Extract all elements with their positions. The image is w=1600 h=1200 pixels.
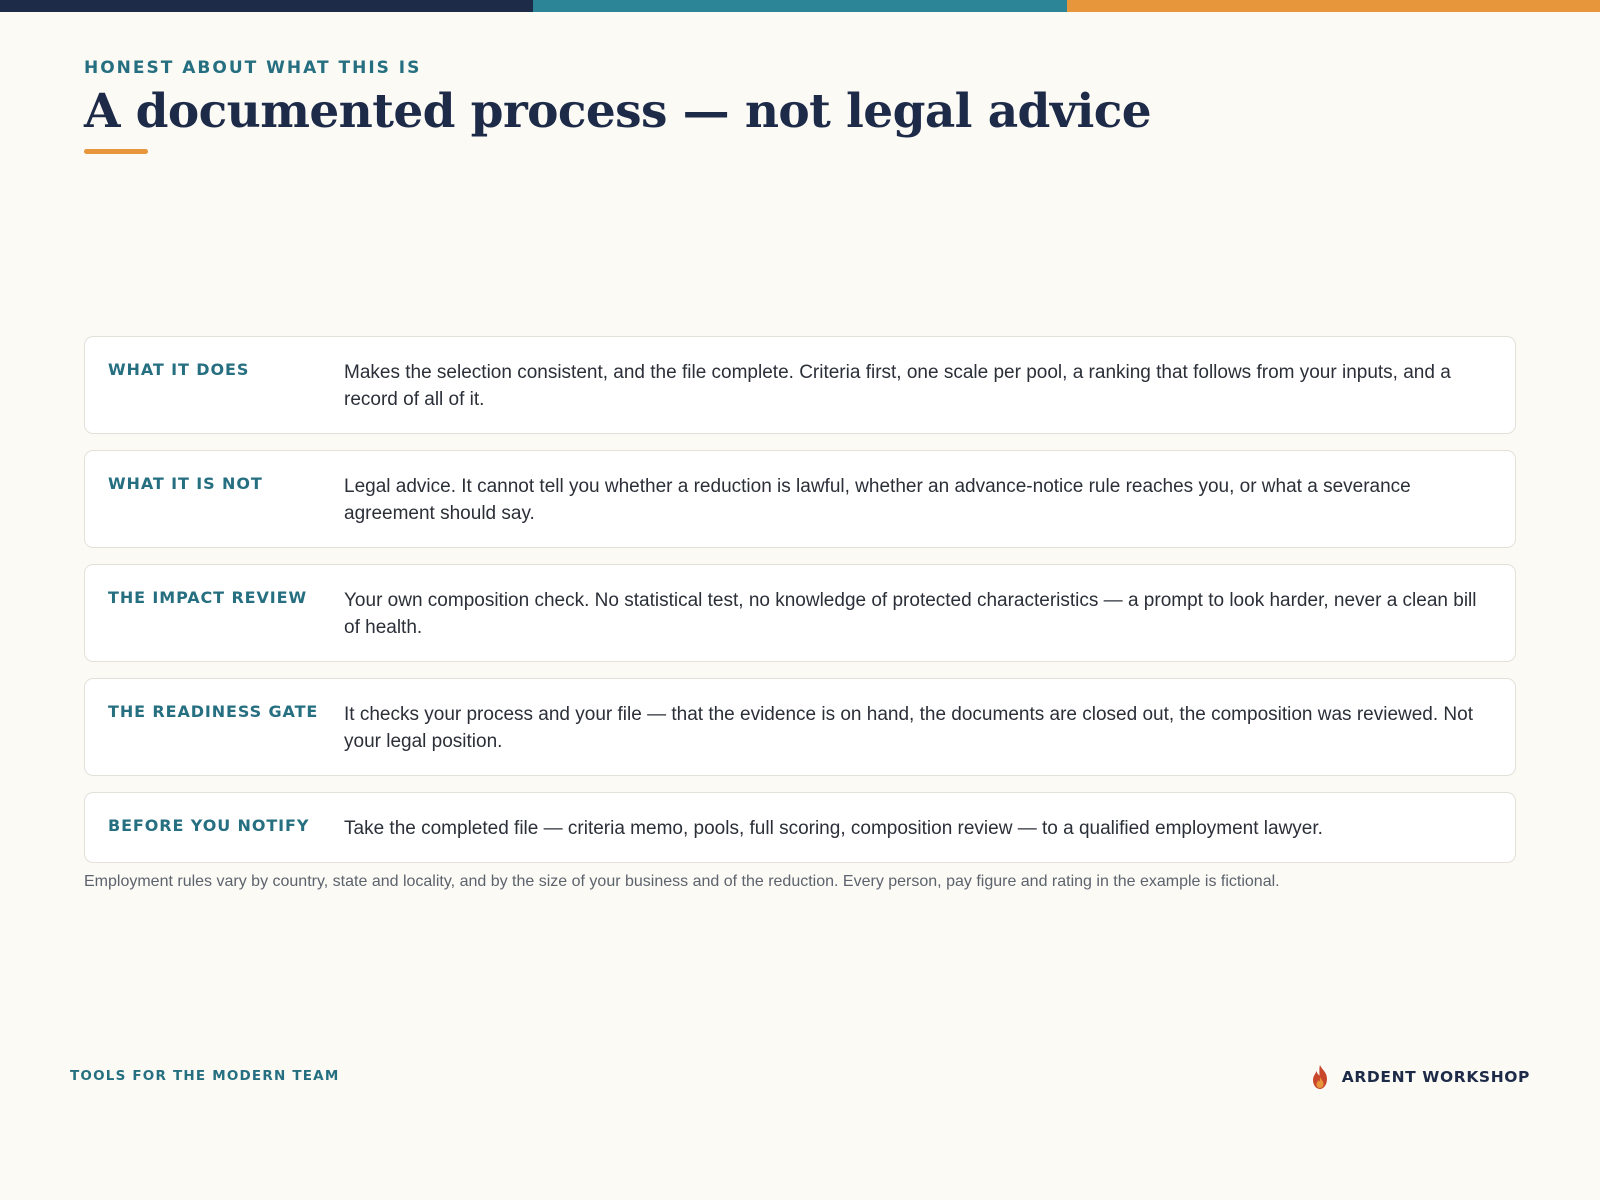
accent-segment-orange — [1066, 0, 1600, 12]
info-row-before-you-notify: BEFORE YOU NOTIFY Take the completed fil… — [84, 792, 1516, 863]
row-label: THE READINESS GATE — [108, 702, 319, 721]
info-row-impact-review: THE IMPACT REVIEW Your own composition c… — [84, 564, 1516, 662]
row-label: WHAT IT DOES — [108, 360, 250, 379]
info-row-readiness-gate: THE READINESS GATE It checks your proces… — [84, 678, 1516, 776]
flame-icon — [1308, 1064, 1332, 1090]
row-label: THE IMPACT REVIEW — [108, 588, 308, 607]
title-underline — [84, 149, 148, 154]
row-label: BEFORE YOU NOTIFY — [108, 816, 310, 835]
row-text: Legal advice. It cannot tell you whether… — [344, 476, 1411, 524]
footnote: Employment rules vary by country, state … — [84, 873, 1280, 890]
brand-lockup: ARDENT WORKSHOP — [1308, 1064, 1530, 1090]
eyebrow-label: HONEST ABOUT WHAT THIS IS — [84, 58, 422, 78]
row-label: WHAT IT IS NOT — [108, 474, 263, 493]
brand-name: ARDENT WORKSHOP — [1341, 1068, 1530, 1086]
row-text: Take the completed file — criteria memo,… — [344, 818, 1323, 839]
info-row-what-it-is-not: WHAT IT IS NOT Legal advice. It cannot t… — [84, 450, 1516, 548]
page-title: A documented process — not legal advice — [84, 84, 1152, 139]
row-text: It checks your process and your file — t… — [344, 704, 1473, 752]
footer-tagline: TOOLS FOR THE MODERN TEAM — [70, 1068, 340, 1084]
info-rows: WHAT IT DOES Makes the selection consist… — [84, 336, 1516, 879]
info-row-what-it-does: WHAT IT DOES Makes the selection consist… — [84, 336, 1516, 434]
accent-segment-navy — [0, 0, 534, 12]
row-text: Makes the selection consistent, and the … — [344, 362, 1451, 410]
accent-segment-teal — [533, 0, 1067, 12]
top-accent-bar — [0, 0, 1600, 12]
row-text: Your own composition check. No statistic… — [344, 590, 1477, 638]
